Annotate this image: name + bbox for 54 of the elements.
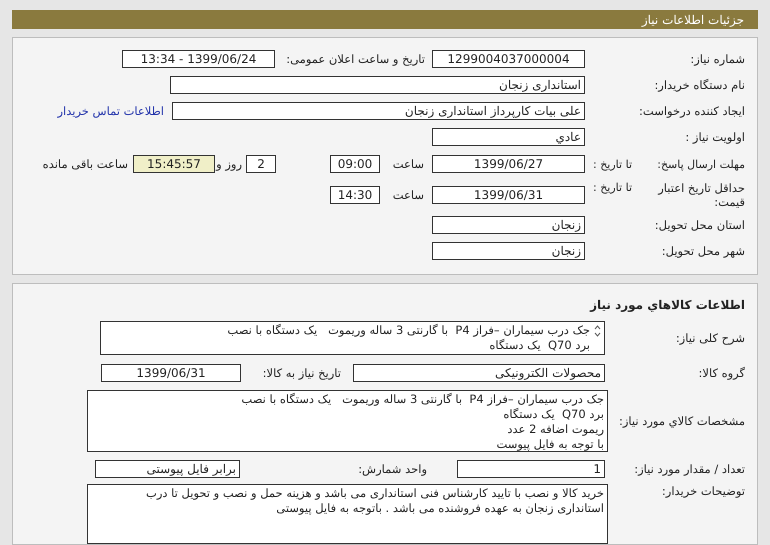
- field-label: استان محل تحویل:: [654, 218, 745, 232]
- city-field: زنجان: [432, 242, 585, 260]
- field-label: تاریخ نیاز به کالا:: [262, 366, 341, 380]
- time-field: 09:00: [330, 155, 380, 173]
- field-label: تا تاریخ :: [593, 181, 632, 196]
- need-date-field: 1399/06/31: [101, 364, 241, 382]
- field-label: تا تاریخ :: [593, 158, 632, 170]
- resize-icon: [594, 325, 601, 337]
- text-line: جک درب سیماران –فراز P4 با گارنتی 3 ساله وریموت یک دستگاه با نصب: [227, 323, 590, 338]
- province-field: زنجان: [432, 216, 585, 234]
- field-label: ساعت: [392, 188, 424, 202]
- field-label: نام دستگاه خریدار:: [653, 78, 745, 92]
- field-label: شماره نیاز:: [689, 52, 745, 66]
- field-label: ایجاد کننده درخواست:: [638, 104, 745, 118]
- buyer-field: استانداری زنجان: [170, 76, 585, 94]
- field-label: گروه کالا:: [698, 366, 745, 380]
- days-field: 2: [246, 155, 276, 173]
- buyer-notes-textarea[interactable]: خرید کالا و نصب با تایید کارشناس فنی استانداری می باشد و هزینه حمل و نصب و تحویل تا درب استانداری زنجان به عهده فروشنده می باشد . باتوجه به فایل پیوستی: [87, 484, 608, 544]
- section-title: اطلاعات کالاهاي مورد نياز: [588, 298, 745, 312]
- text-line: برد Q70 یک دستگاه: [502, 407, 604, 422]
- date-field: 1399/06/27: [432, 155, 585, 173]
- field-label: شرح کلی نیاز:: [674, 331, 745, 345]
- text-line: خرید کالا و نصب با تایید کارشناس فنی استانداری می باشد و هزینه حمل و نصب و تحویل تا درب: [145, 486, 604, 501]
- field-label: ساعت باقی مانده: [42, 157, 128, 171]
- field-label: اولویت نیاز :: [684, 130, 745, 144]
- field-label: ساعت: [392, 157, 424, 171]
- text-line: ریموت اضافه 2 عدد: [506, 422, 604, 437]
- page-header: جزئیات اطلاعات نیاز: [12, 10, 758, 29]
- text-line: برد Q70 یک دستگاه: [488, 338, 590, 353]
- field-label: توضیحات خریدار:: [660, 484, 745, 498]
- field-label: تعداد / مقدار مورد نیاز:: [633, 462, 745, 476]
- specs-textarea[interactable]: جک درب سیماران –فراز P4 با گارنتی 3 ساله وریموت یک دستگاه با نصب برد Q70 یک دستگاه ریموت اضافه 2 عدد با توجه به فایل پیوست: [87, 390, 608, 452]
- announce-date-field: 1399/06/24 - 13:34: [122, 50, 275, 68]
- group-field: محصولات الکترونیکی: [353, 364, 605, 382]
- priority-field: عادي: [432, 128, 585, 146]
- field-label: واحد شمارش:: [357, 462, 427, 476]
- field-label: مهلت ارسال پاسخ:: [657, 158, 745, 170]
- summary-textarea[interactable]: جک درب سیماران –فراز P4 با گارنتی 3 ساله وریموت یک دستگاه با نصب برد Q70 یک دستگاه: [100, 321, 605, 355]
- field-label: مشخصات کالاي مورد نياز:: [618, 414, 745, 428]
- field-label: حداقل تاریخ اعتبار قیمت:: [656, 181, 745, 209]
- date-field: 1399/06/31: [432, 186, 585, 204]
- text-line: جک درب سیماران –فراز P4 با گارنتی 3 ساله وریموت یک دستگاه با نصب: [240, 392, 604, 407]
- quantity-field: 1: [457, 460, 605, 478]
- field-label: تاریخ و ساعت اعلان عمومی:: [285, 52, 425, 66]
- contact-link[interactable]: اطلاعات تماس خریدار: [57, 104, 164, 118]
- text-line: استانداری زنجان به عهده فروشنده می باشد . باتوجه به فایل پیوستی: [275, 501, 604, 516]
- creator-field: علی بیات کارپرداز استانداری زنجان: [172, 102, 585, 120]
- remaining-time-field: 15:45:57: [133, 155, 215, 173]
- text-line: با توجه به فایل پیوست: [495, 437, 604, 451]
- unit-field: برابر فایل پیوستی: [95, 460, 240, 478]
- field-label: شهر محل تحویل:: [660, 244, 745, 258]
- need-number-field: 1299004037000004: [432, 50, 585, 68]
- time-field: 14:30: [330, 186, 380, 204]
- field-label: روز و: [215, 157, 242, 171]
